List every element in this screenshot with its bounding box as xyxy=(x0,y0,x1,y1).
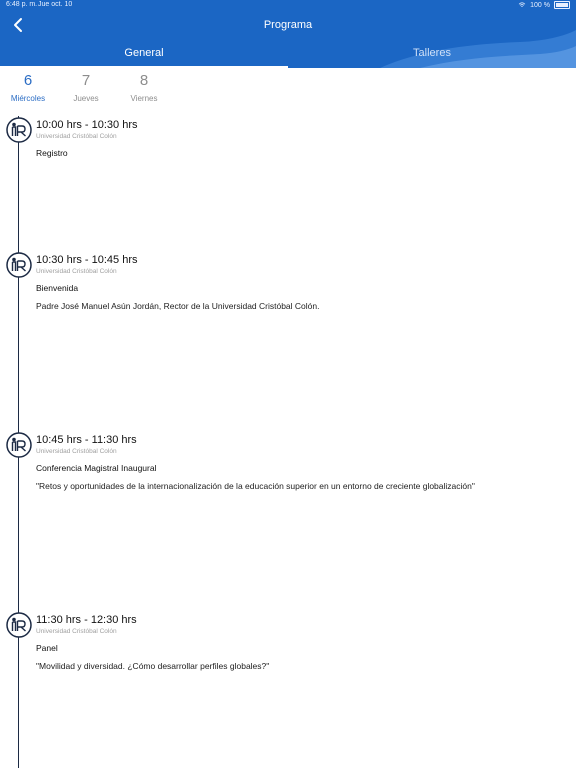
event-location: Universidad Cristóbal Colón xyxy=(36,133,117,140)
app-header: 6:48 p. m. Jue oct. 10 100 % Programa Ge… xyxy=(0,0,576,68)
event-description: Padre José Manuel Asún Jordán, Rector de… xyxy=(36,301,320,311)
day-selector: 6 Miércoles 7 Jueves 8 Viernes xyxy=(0,72,180,112)
battery-percent: 100 % xyxy=(530,1,550,9)
page-title: Programa xyxy=(263,19,313,31)
event-title: Conferencia Magistral Inaugural xyxy=(36,463,157,473)
day-name: Miércoles xyxy=(10,94,46,103)
battery-icon xyxy=(554,1,570,9)
speaker-podium-icon xyxy=(6,117,32,143)
day-name: Viernes xyxy=(130,94,158,103)
status-date: Jue oct. 10 xyxy=(38,1,73,8)
status-right: 100 % xyxy=(518,1,570,9)
event-location: Universidad Cristóbal Colón xyxy=(36,448,117,455)
tab-general[interactable]: General xyxy=(0,47,288,59)
event-time: 10:45 hrs - 11:30 hrs xyxy=(36,434,137,446)
event-description: "Movilidad y diversidad. ¿Cómo desarroll… xyxy=(36,661,270,671)
status-time: 6:48 p. m. xyxy=(6,1,38,8)
day-tab-miercoles[interactable]: 6 Miércoles xyxy=(0,72,58,103)
event-title: Bienvenida xyxy=(36,283,79,293)
active-tab-indicator xyxy=(0,66,288,68)
event-title: Panel xyxy=(36,643,58,653)
event-location: Universidad Cristóbal Colón xyxy=(36,268,117,275)
event-time: 10:30 hrs - 10:45 hrs xyxy=(36,254,138,266)
day-tab-viernes[interactable]: 8 Viernes xyxy=(114,72,174,103)
tab-talleres[interactable]: Talleres xyxy=(288,47,576,59)
day-name: Jueves xyxy=(73,94,99,103)
event-time: 11:30 hrs - 12:30 hrs xyxy=(36,614,137,626)
day-number: 8 xyxy=(139,72,149,89)
speaker-podium-icon xyxy=(6,432,32,458)
event-location: Universidad Cristóbal Colón xyxy=(36,628,117,635)
wifi-icon xyxy=(518,2,526,7)
speaker-podium-icon xyxy=(6,252,32,278)
speaker-podium-icon xyxy=(6,612,32,638)
event-time: 10:00 hrs - 10:30 hrs xyxy=(36,119,138,131)
day-number: 6 xyxy=(23,72,33,89)
day-number: 7 xyxy=(81,72,91,89)
event-description: "Retos y oportunidades de la internacion… xyxy=(36,481,475,491)
status-bar: 6:48 p. m. Jue oct. 10 100 % xyxy=(6,1,570,11)
day-tab-jueves[interactable]: 7 Jueves xyxy=(56,72,116,103)
event-title: Registro xyxy=(36,148,68,158)
